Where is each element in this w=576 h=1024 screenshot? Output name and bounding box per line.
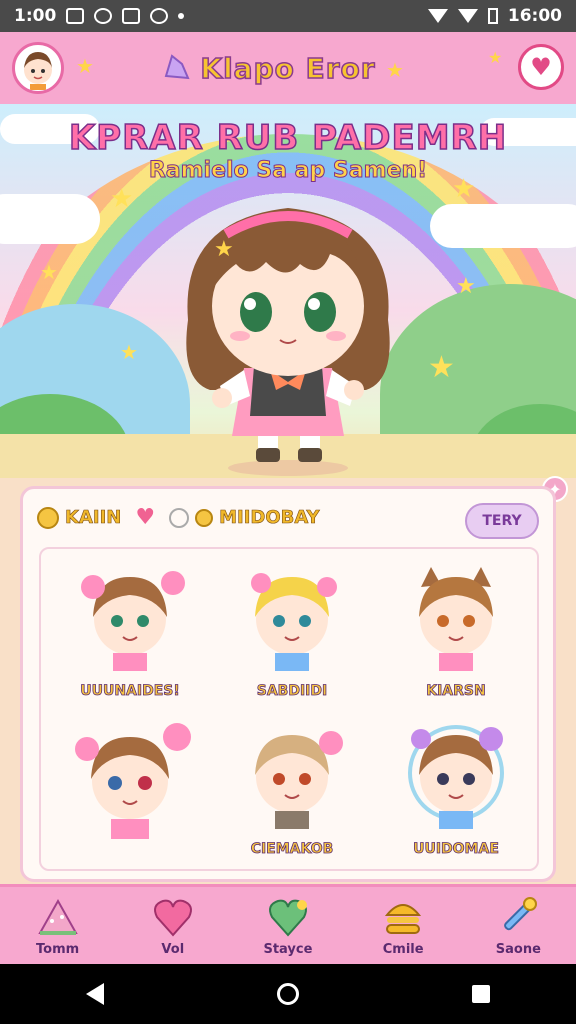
app-header: ★ Klapo Eror ★ ★ ♥ <box>0 32 576 104</box>
nav-item-vol[interactable]: Vol <box>123 894 223 957</box>
home-icon[interactable] <box>276 983 299 1005</box>
star-deco-icon: ★ <box>456 274 476 299</box>
sticker-card[interactable]: CIEMAKOB <box>217 715 367 865</box>
wand-icon <box>504 897 538 931</box>
cloud-deco <box>430 204 576 248</box>
system-nav-bar <box>0 964 576 1024</box>
nav-item-stayce[interactable]: Stayce <box>238 894 338 957</box>
sticker-label: UUIDOMAE <box>413 841 500 858</box>
star-deco-icon: ★ <box>452 174 476 204</box>
sticker-label: CIEMAKOB <box>250 841 334 858</box>
clock-icon <box>169 507 190 528</box>
sticker-art <box>408 725 504 829</box>
app-title: Klapo Eror <box>200 51 376 86</box>
sticker-art <box>81 571 185 671</box>
tab-coins[interactable]: KAIIN <box>37 506 122 529</box>
nav-item-cmile[interactable]: Cmile <box>353 894 453 957</box>
heart-icon <box>153 899 192 937</box>
sticker-art <box>255 731 343 829</box>
coin-icon <box>37 506 59 529</box>
star-deco-icon: ★ <box>40 260 58 284</box>
mascot-character: ★ <box>186 208 390 476</box>
sticker-card[interactable] <box>55 715 205 865</box>
nav-label: Stayce <box>263 942 313 957</box>
heart-icon: ♥ <box>530 53 552 81</box>
face-icon <box>150 8 169 24</box>
sticker-art <box>419 567 493 671</box>
battery-icon <box>487 8 498 24</box>
panel-tabs: KAIIN ♥ MIIDOBAY <box>37 505 320 530</box>
hero-headline: KPRAR RUB PADEMRH <box>68 117 508 159</box>
star-deco-icon: ★ <box>386 58 404 82</box>
sticker-grid: UUUNAIDES! SABDIIDI KIARSN CIEMAKOB UUID… <box>39 547 539 871</box>
nav-label: Tomm <box>36 942 80 957</box>
nav-label: Cmile <box>382 942 424 957</box>
favorites-button[interactable]: ♥ <box>518 44 564 90</box>
star-deco-icon: ★ <box>76 54 94 78</box>
translate-icon <box>122 8 141 24</box>
avatar-icon <box>24 52 52 90</box>
bottom-nav: Tomm Vol Stayce Cmile Saone <box>0 884 576 964</box>
tab-coins-label: KAIIN <box>65 507 122 529</box>
burger-icon <box>385 904 422 934</box>
signal-icon <box>457 9 478 23</box>
sticker-card[interactable]: SABDIIDI <box>217 557 367 707</box>
wifi-icon <box>427 9 448 23</box>
nav-label: Saone <box>495 942 541 957</box>
star-deco-icon: ★ <box>428 350 455 385</box>
hero-subline: Ramielo Sa ap Samen! <box>148 158 428 184</box>
heart-icon[interactable]: ♥ <box>135 505 155 530</box>
tab-history-label: MIIDOBAY <box>219 507 320 529</box>
sticker-art <box>75 723 191 839</box>
back-icon[interactable] <box>86 983 105 1005</box>
tent-icon <box>37 898 78 935</box>
star-deco-icon: ★ <box>488 48 503 67</box>
recents-icon[interactable] <box>471 985 490 1003</box>
sticker-label: UUUNAIDES! <box>80 683 180 700</box>
photo-icon <box>66 8 85 24</box>
tab-history[interactable]: MIIDOBAY <box>169 507 320 528</box>
sticker-art <box>251 573 337 671</box>
nav-label: Vol <box>161 942 185 957</box>
verify-button[interactable]: TERY <box>465 503 539 539</box>
star-deco-icon: ★ <box>110 184 134 214</box>
status-bar: 1:00 16:00 <box>0 0 576 32</box>
nav-item-tomm[interactable]: Tomm <box>8 894 108 957</box>
sticker-label: KIARSN <box>426 683 486 700</box>
coin-icon <box>195 508 214 527</box>
sticker-card[interactable]: UUIDOMAE <box>381 715 531 865</box>
status-clock: 16:00 <box>507 6 562 26</box>
sticker-label: SABDIIDI <box>256 683 328 700</box>
sticker-panel: KAIIN ♥ MIIDOBAY TERY UUUNAIDES! SABDIID… <box>20 486 556 882</box>
clock-status-icon <box>94 8 113 24</box>
sticker-card[interactable]: KIARSN <box>381 557 531 707</box>
notification-dot-icon <box>178 13 185 19</box>
sticker-card[interactable]: UUUNAIDES! <box>55 557 205 707</box>
cloud-deco <box>0 194 100 244</box>
star-deco-icon: ★ <box>120 340 138 364</box>
nav-item-saone[interactable]: Saone <box>468 894 568 957</box>
green-heart-icon <box>269 899 307 937</box>
hero-banner: KPRAR RUB PADEMRH Ramielo Sa ap Samen! ★… <box>0 104 576 480</box>
status-time: 1:00 <box>14 6 57 26</box>
profile-avatar-button[interactable] <box>12 42 64 94</box>
svg-text:★: ★ <box>214 237 234 262</box>
crystal-deco-icon <box>164 54 190 80</box>
